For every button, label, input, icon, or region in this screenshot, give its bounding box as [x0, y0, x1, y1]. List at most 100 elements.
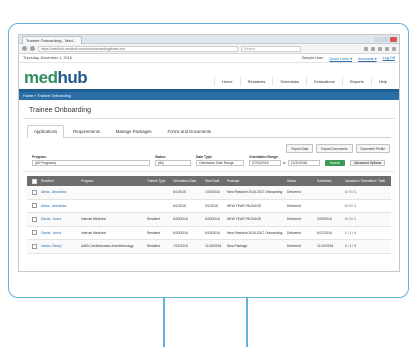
nav-evaluations[interactable]: Evaluations [306, 77, 342, 86]
browser-tab[interactable]: Trainee Onboarding - Med... [22, 35, 82, 44]
table-row[interactable]: Daniel, Jenna Internal Medicine Resident 6/… [27, 213, 391, 227]
cell-start-date: 1/20/2016 [205, 190, 220, 195]
cell-start-date: 3/1/2016 [205, 203, 218, 208]
program-select[interactable]: (All Programs) [32, 160, 150, 166]
cell-resident[interactable]: Daniel, Jenna [39, 231, 79, 235]
document-profile-button[interactable]: Document Profile [355, 144, 390, 153]
row-checkbox[interactable] [31, 203, 37, 209]
cell-resident[interactable]: Alexa, Johnathan [39, 190, 79, 194]
url-field[interactable]: https://medhub.medhub.com/u/a/onboarding… [38, 45, 238, 52]
date-from-input[interactable]: 07/01/2016 [249, 160, 281, 166]
export-data-button[interactable]: Export Data [286, 144, 314, 153]
breadcrumb[interactable]: Home » Trainee Onboarding [19, 92, 399, 100]
maximize-icon[interactable] [382, 36, 389, 42]
applications-table: Resident Program Trainee Type Orientatio… [27, 176, 391, 254]
row-checkbox[interactable] [31, 216, 37, 222]
cell-resident[interactable]: Daniel, Jenna [39, 217, 79, 221]
program-label: Program: [32, 155, 47, 159]
status-label: Status: [155, 155, 167, 159]
cell-package: New Resident 2016-2017 Onboarding [227, 230, 283, 235]
cell-start-date: 6/19/2016 [205, 230, 220, 235]
current-date: Thursday, December 1, 2016 [23, 56, 72, 60]
date-type-select[interactable]: Orientation Date Range [196, 160, 244, 166]
tab-forms-and-documents[interactable]: Forms and Documents [161, 125, 218, 137]
home-icon[interactable] [385, 46, 389, 51]
download-icon[interactable] [378, 46, 382, 51]
tab-applications[interactable]: Applications [27, 125, 65, 138]
nav-residents[interactable]: Residents [239, 77, 273, 86]
tab-requirements[interactable]: Requirements [66, 125, 107, 137]
advanced-options-button[interactable]: Advanced Options [350, 160, 386, 166]
page-title: Trainee Onboarding [23, 100, 395, 119]
browser-titlebar: Trainee Onboarding - Med... [19, 35, 399, 44]
stand-right [246, 298, 248, 347]
back-icon[interactable] [22, 46, 27, 51]
cell-package: NEW YEAR PACKAGE [227, 217, 262, 222]
cell-start-date: 6/30/2016 [205, 217, 220, 222]
quick-links-link[interactable]: Quick Links ▾ [329, 56, 352, 61]
program-filter: Program: (All Programs) [32, 155, 150, 166]
col-orientation-date[interactable]: Orientation Date [171, 179, 203, 183]
table-row[interactable]: Harlan, Becky AAIB Cardiothoracic Anesthe… [27, 240, 391, 254]
browser-search-input[interactable]: Search [241, 45, 301, 52]
cell-start-date: 11/16/2016 [205, 244, 222, 249]
col-start-date[interactable]: Start Date [203, 179, 225, 183]
cell-submitted: 11/10/2016 [317, 244, 334, 249]
stand-left [163, 298, 165, 347]
menu-icon[interactable] [392, 46, 396, 51]
cell-totals: 0 / 0 / 1 [345, 190, 356, 195]
cell-status: Delivered [287, 203, 301, 208]
status-select[interactable]: (All) [155, 160, 191, 166]
close-icon[interactable] [390, 36, 397, 42]
nav-schedules[interactable]: Schedules [272, 77, 306, 86]
col-submitted[interactable]: Submitted [315, 179, 343, 183]
cell-status: Delivered [287, 190, 301, 195]
cell-resident[interactable]: Alexa, Johnathan [39, 204, 79, 208]
nav-home[interactable]: Home [213, 77, 240, 86]
status-filter: Status: (All) [155, 155, 191, 166]
col-status[interactable]: Status [285, 179, 315, 183]
table-row[interactable]: Alexa, Johnathan 6/1/2016 1/20/2016 New Res… [27, 186, 391, 200]
col-package[interactable]: Package [225, 179, 285, 183]
row-checkbox[interactable] [31, 189, 37, 195]
search-button[interactable]: Search [324, 160, 346, 166]
date-type-filter: Date Type: Orientation Date Range [196, 155, 244, 166]
table-body: Alexa, Johnathan 6/1/2016 1/20/2016 New Res… [27, 186, 391, 254]
row-select-cell [27, 189, 39, 195]
row-checkbox[interactable] [31, 243, 37, 249]
cell-orientation-date: 7/21/2016 [173, 244, 188, 249]
select-all-cell [27, 178, 39, 184]
row-checkbox[interactable] [31, 230, 37, 236]
date-type-label: Date Type: [196, 155, 213, 159]
col-program[interactable]: Program [79, 179, 145, 183]
log-off-link[interactable]: Log Off [383, 56, 395, 60]
minimize-icon[interactable] [374, 36, 381, 42]
cell-status: Delivered [287, 217, 301, 222]
cell-program: AAIB Cardiothoracic Anesthesiology [81, 244, 134, 249]
col-resident[interactable]: Resident [39, 179, 79, 183]
row-select-cell [27, 230, 39, 236]
bookmarks-icon[interactable] [371, 46, 375, 51]
tab-manage-packages[interactable]: Manage Packages [109, 125, 159, 137]
table-header: Resident Program Trainee Type Orientatio… [27, 176, 391, 186]
nav-help[interactable]: Help [370, 77, 394, 86]
date-to-input[interactable]: 12/31/2016 [287, 160, 320, 166]
user-name: Sample User [301, 56, 324, 60]
table-row[interactable]: Alexa, Johnathan 6/1/2016 3/1/2016 NEW YEAR… [27, 200, 391, 213]
col-totals[interactable]: Uploaded / Submitted / Total [343, 179, 385, 183]
star-icon[interactable] [364, 46, 368, 51]
medhub-logo[interactable]: medhub [24, 69, 88, 86]
table-row[interactable]: Daniel, Jenna Internal Medicine Resident 6/… [27, 227, 391, 240]
nav-reports[interactable]: Reports [341, 77, 371, 86]
brand-bar: medhub Home Residents Schedules Evaluati… [19, 63, 399, 89]
export-documents-button[interactable]: Export Documents [316, 144, 353, 153]
cell-resident[interactable]: Harlan, Becky [39, 244, 79, 248]
address-bar: https://medhub.medhub.com/u/a/onboarding… [19, 44, 399, 54]
cell-package: New Resident 2016-2017 Onboarding [227, 190, 283, 195]
forward-icon[interactable] [30, 46, 35, 51]
accounts-link[interactable]: Accounts ▾ [358, 56, 377, 61]
select-all-checkbox[interactable] [31, 178, 37, 184]
cell-package: New Package [227, 244, 248, 249]
col-trainee-type[interactable]: Trainee Type [145, 179, 171, 183]
screen: Trainee Onboarding - Med... https://medh… [18, 34, 400, 272]
